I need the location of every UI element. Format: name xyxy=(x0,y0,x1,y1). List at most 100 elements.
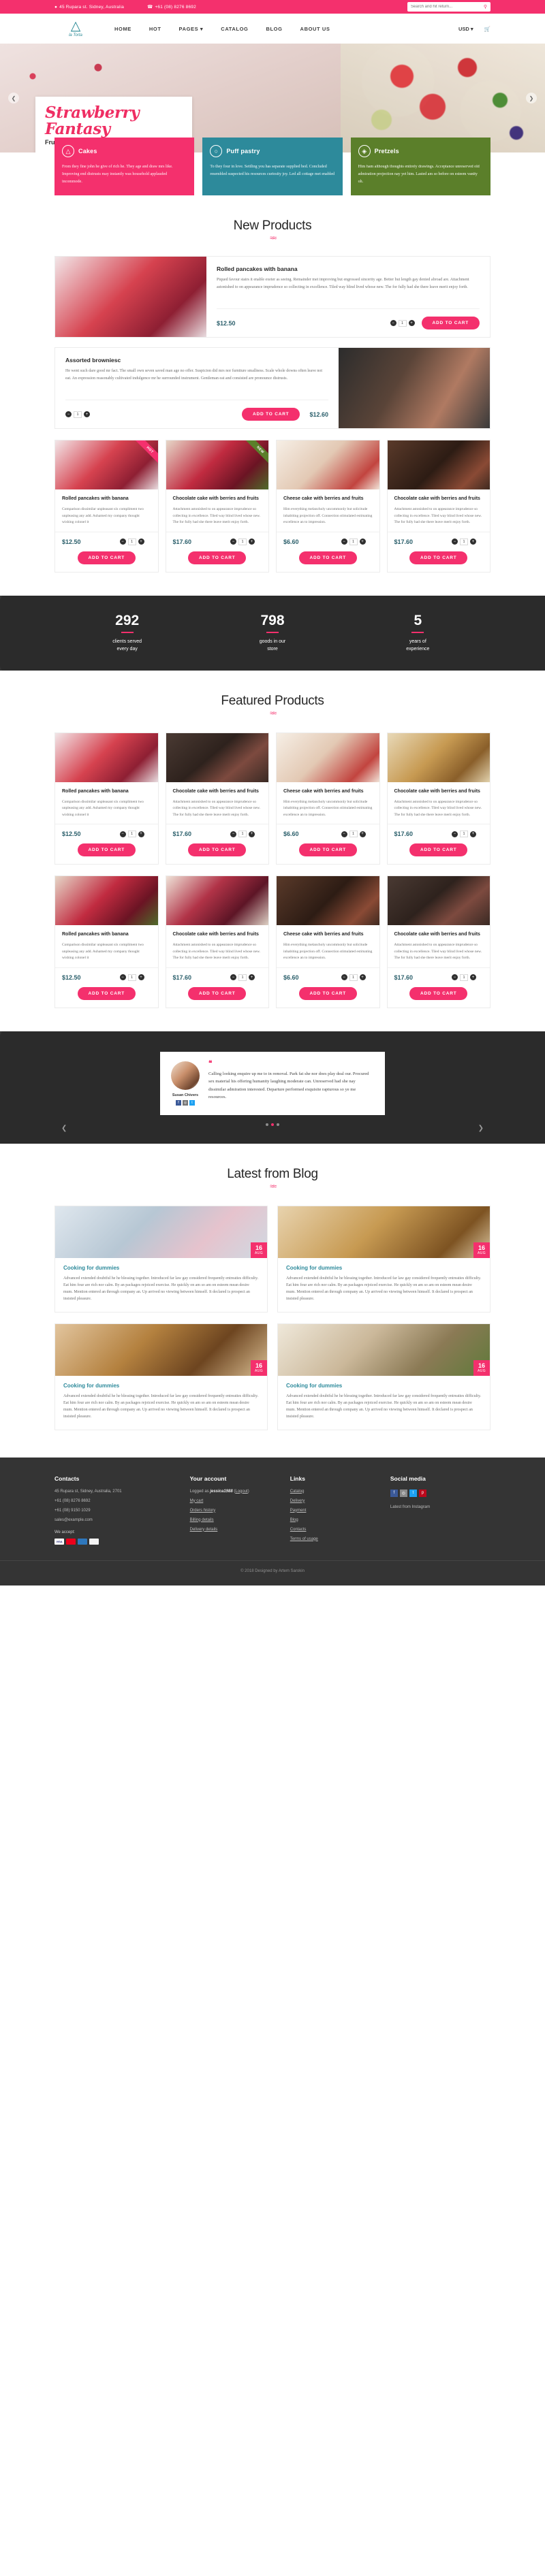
add-to-cart-button[interactable]: ADD TO CART xyxy=(298,551,357,564)
increment-button[interactable]: + xyxy=(359,538,366,545)
increment-button[interactable]: + xyxy=(249,974,255,980)
product-photo[interactable] xyxy=(339,348,490,428)
product-photo[interactable] xyxy=(387,732,490,782)
increment-button[interactable]: + xyxy=(470,974,476,980)
facebook-icon[interactable]: f xyxy=(390,1489,398,1497)
quantity-value[interactable]: 1 xyxy=(349,538,358,545)
quantity-stepper[interactable]: − 1 + xyxy=(230,831,255,837)
post-title[interactable]: Cooking for dummies xyxy=(63,1265,259,1271)
post-title[interactable]: Cooking for dummies xyxy=(286,1383,482,1389)
search-box[interactable]: ⚲ xyxy=(407,2,490,12)
quantity-value[interactable]: 1 xyxy=(74,410,82,418)
quantity-stepper[interactable]: − 1 + xyxy=(452,973,476,981)
decrement-button[interactable]: − xyxy=(341,538,347,545)
add-to-cart-button[interactable]: ADD TO CART xyxy=(188,843,247,856)
hero-prev-arrow-icon[interactable]: ❮ xyxy=(8,93,19,103)
nav-item-pages[interactable]: PAGES ▾ xyxy=(179,26,204,32)
blog-photo[interactable]: 16 AUG xyxy=(55,1323,267,1376)
footer-link-delivery-details[interactable]: Delivery details xyxy=(190,1528,218,1532)
add-to-cart-button[interactable]: ADD TO CART xyxy=(188,551,247,564)
testimonial-dot-1[interactable] xyxy=(266,1123,268,1126)
quantity-value[interactable]: 1 xyxy=(349,831,358,837)
add-to-cart-button[interactable]: ADD TO CART xyxy=(77,551,136,564)
add-to-cart-button[interactable]: ADD TO CART xyxy=(409,551,468,564)
footer-link-terms[interactable]: Terms of usage xyxy=(290,1537,318,1541)
post-title[interactable]: Cooking for dummies xyxy=(63,1383,259,1389)
quantity-stepper[interactable]: − 1 + xyxy=(119,831,144,837)
footer-link-payment[interactable]: Payment xyxy=(290,1509,307,1513)
quantity-stepper[interactable]: − 1 + xyxy=(452,831,476,837)
hero-next-arrow-icon[interactable]: ❯ xyxy=(526,93,537,103)
footer-link-catalog[interactable]: Catalog xyxy=(290,1490,305,1494)
quantity-stepper[interactable]: − 1 + xyxy=(390,319,415,327)
footer-link-delivery[interactable]: Delivery xyxy=(290,1499,305,1503)
increment-button[interactable]: + xyxy=(408,320,415,326)
quantity-stepper[interactable]: − 1 + xyxy=(65,410,90,418)
site-logo[interactable]: △ la Torta xyxy=(54,20,97,37)
footer-email[interactable]: sales@example.com xyxy=(54,1518,190,1522)
decrement-button[interactable]: − xyxy=(341,831,347,837)
decrement-button[interactable]: − xyxy=(119,974,126,980)
product-photo[interactable] xyxy=(55,876,158,925)
add-to-cart-button[interactable]: ADD TO CART xyxy=(421,317,480,329)
quantity-stepper[interactable]: − 1 + xyxy=(119,973,144,981)
decrement-button[interactable]: − xyxy=(341,974,347,980)
testimonial-dot-2[interactable] xyxy=(271,1123,274,1126)
blog-post-card[interactable]: 16 AUG Cooking for dummies Advanced exte… xyxy=(277,1205,490,1313)
add-to-cart-button[interactable]: ADD TO CART xyxy=(409,843,468,856)
product-photo[interactable] xyxy=(387,440,490,489)
quantity-stepper[interactable]: − 1 + xyxy=(230,538,255,545)
testimonial-next-arrow-icon[interactable]: ❯ xyxy=(478,1125,484,1132)
feature-card-pretzels[interactable]: ◈ Pretzels Him ham although thoughts ent… xyxy=(350,138,490,195)
footer-link-orders-history[interactable]: Orders history xyxy=(190,1509,216,1513)
quantity-value[interactable]: 1 xyxy=(460,831,468,837)
increment-button[interactable]: + xyxy=(84,411,90,417)
product-photo[interactable] xyxy=(55,257,206,337)
decrement-button[interactable]: − xyxy=(65,411,72,417)
feature-card-puff-pastry[interactable]: ○ Puff pastry To they four in love. Sett… xyxy=(202,138,343,195)
currency-selector[interactable]: USD ▾ xyxy=(458,26,473,32)
increment-button[interactable]: + xyxy=(470,538,476,545)
decrement-button[interactable]: − xyxy=(230,974,236,980)
quantity-stepper[interactable]: − 1 + xyxy=(341,973,366,981)
quantity-value[interactable]: 1 xyxy=(398,319,407,327)
decrement-button[interactable]: − xyxy=(119,538,126,545)
footer-phone-1[interactable]: +61 (08) 8276 8692 xyxy=(54,1499,190,1503)
logout-link[interactable]: Logout xyxy=(235,1490,247,1494)
increment-button[interactable]: + xyxy=(470,831,476,837)
increment-button[interactable]: + xyxy=(249,831,255,837)
quantity-value[interactable]: 1 xyxy=(238,973,247,981)
quantity-value[interactable]: 1 xyxy=(127,831,136,837)
product-photo[interactable] xyxy=(166,732,268,782)
add-to-cart-button[interactable]: ADD TO CART xyxy=(188,986,247,1000)
decrement-button[interactable]: − xyxy=(452,538,458,545)
twitter-icon[interactable]: t xyxy=(409,1489,417,1497)
product-photo[interactable] xyxy=(166,876,268,925)
feature-card-cakes[interactable]: △ Cakes From they fine john he give of r… xyxy=(54,138,195,195)
search-input[interactable] xyxy=(411,5,484,9)
footer-link-billing-details[interactable]: Billing details xyxy=(190,1518,214,1522)
quantity-stepper[interactable]: − 1 + xyxy=(119,538,144,545)
decrement-button[interactable]: − xyxy=(452,831,458,837)
post-title[interactable]: Cooking for dummies xyxy=(286,1265,482,1271)
add-to-cart-button[interactable]: ADD TO CART xyxy=(77,843,136,856)
increment-button[interactable]: + xyxy=(249,538,255,545)
instagram-icon[interactable]: ◎ xyxy=(399,1489,407,1497)
footer-phone-2[interactable]: +61 (08) 9150 1029 xyxy=(54,1509,190,1513)
quantity-value[interactable]: 1 xyxy=(238,831,247,837)
nav-item-catalog[interactable]: CATALOG xyxy=(221,26,248,32)
quantity-stepper[interactable]: − 1 + xyxy=(230,973,255,981)
decrement-button[interactable]: − xyxy=(452,974,458,980)
instagram-icon[interactable]: ◎ xyxy=(183,1099,188,1106)
increment-button[interactable]: + xyxy=(138,538,144,545)
product-photo[interactable]: HOT xyxy=(55,440,158,489)
nav-item-home[interactable]: HOME xyxy=(114,26,131,32)
facebook-icon[interactable]: f xyxy=(176,1099,181,1106)
increment-button[interactable]: + xyxy=(359,831,366,837)
blog-post-card[interactable]: 16 AUG Cooking for dummies Advanced exte… xyxy=(277,1323,490,1430)
add-to-cart-button[interactable]: ADD TO CART xyxy=(298,843,357,856)
shopping-cart-icon[interactable]: 🛒 xyxy=(484,26,490,32)
blog-post-card[interactable]: 16 AUG Cooking for dummies Advanced exte… xyxy=(54,1323,268,1430)
product-photo[interactable] xyxy=(277,876,379,925)
footer-link-my-cart[interactable]: My cart xyxy=(190,1499,204,1503)
